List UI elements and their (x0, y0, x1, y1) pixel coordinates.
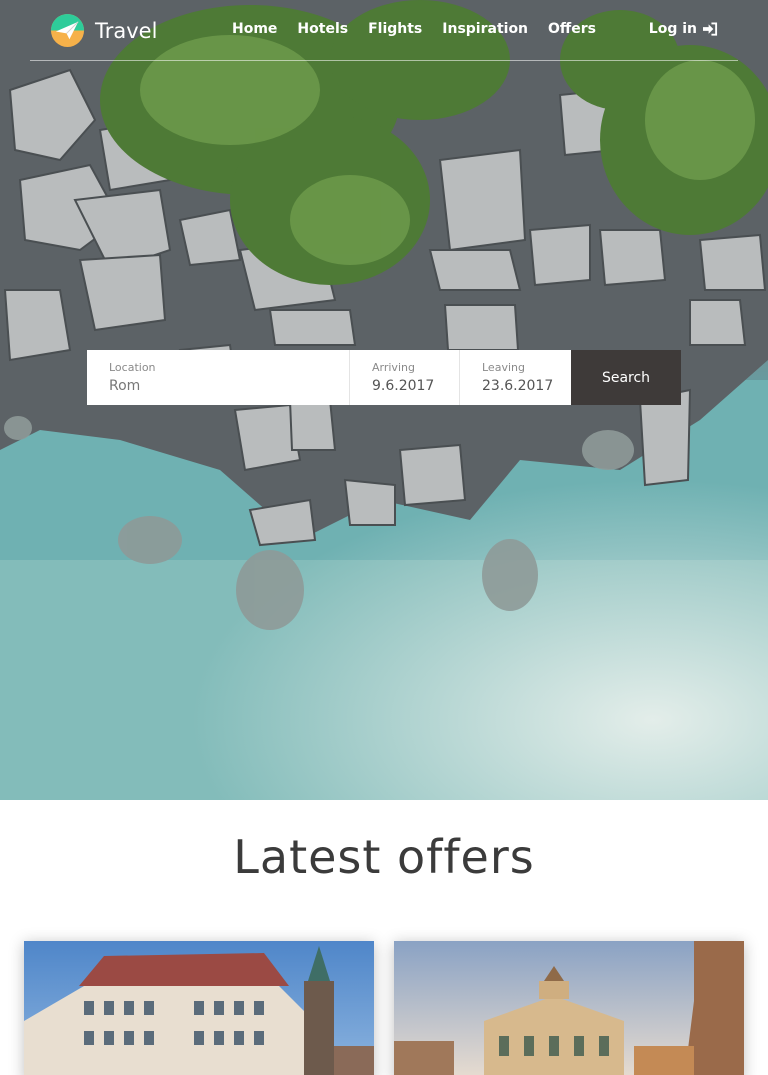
nav-divider (30, 60, 738, 61)
offers-title: Latest offers (233, 830, 535, 884)
arriving-label: Arriving (372, 361, 415, 374)
paper-plane-logo-icon (50, 13, 85, 48)
leaving-label: Leaving (482, 361, 525, 374)
search-button[interactable]: Search (571, 350, 681, 405)
nav-item-inspiration[interactable]: Inspiration (442, 21, 528, 37)
brand-name: Travel (95, 18, 158, 43)
arriving-date[interactable]: 9.6.2017 (372, 378, 459, 394)
location-input[interactable] (109, 378, 349, 394)
nav-item-offers[interactable]: Offers (548, 21, 596, 37)
nav-item-hotels[interactable]: Hotels (297, 21, 348, 37)
hero-section: Travel Home Hotels Flights Inspiration O… (0, 0, 768, 800)
leaving-date[interactable]: 23.6.2017 (482, 378, 571, 394)
login-label: Log in (648, 21, 697, 37)
sign-in-icon (703, 22, 718, 36)
arriving-field[interactable]: Arriving 9.6.2017 (350, 350, 460, 405)
search-form: Location Arriving 9.6.2017 Leaving 23.6.… (87, 350, 681, 405)
offer-card[interactable] (24, 941, 374, 1075)
main-menu: Home Hotels Flights Inspiration Offers (232, 21, 616, 37)
offer-image (394, 941, 744, 1075)
nav-item-home[interactable]: Home (232, 21, 277, 37)
offer-image (24, 941, 374, 1075)
offer-card[interactable] (394, 941, 744, 1075)
top-navigation: Travel Home Hotels Flights Inspiration O… (0, 0, 768, 62)
location-label: Location (109, 361, 156, 374)
brand[interactable]: Travel (50, 13, 157, 48)
login-link[interactable]: Log in (649, 21, 718, 37)
leaving-field[interactable]: Leaving 23.6.2017 (460, 350, 571, 405)
location-field[interactable]: Location (87, 350, 350, 405)
nav-item-flights[interactable]: Flights (368, 21, 422, 37)
